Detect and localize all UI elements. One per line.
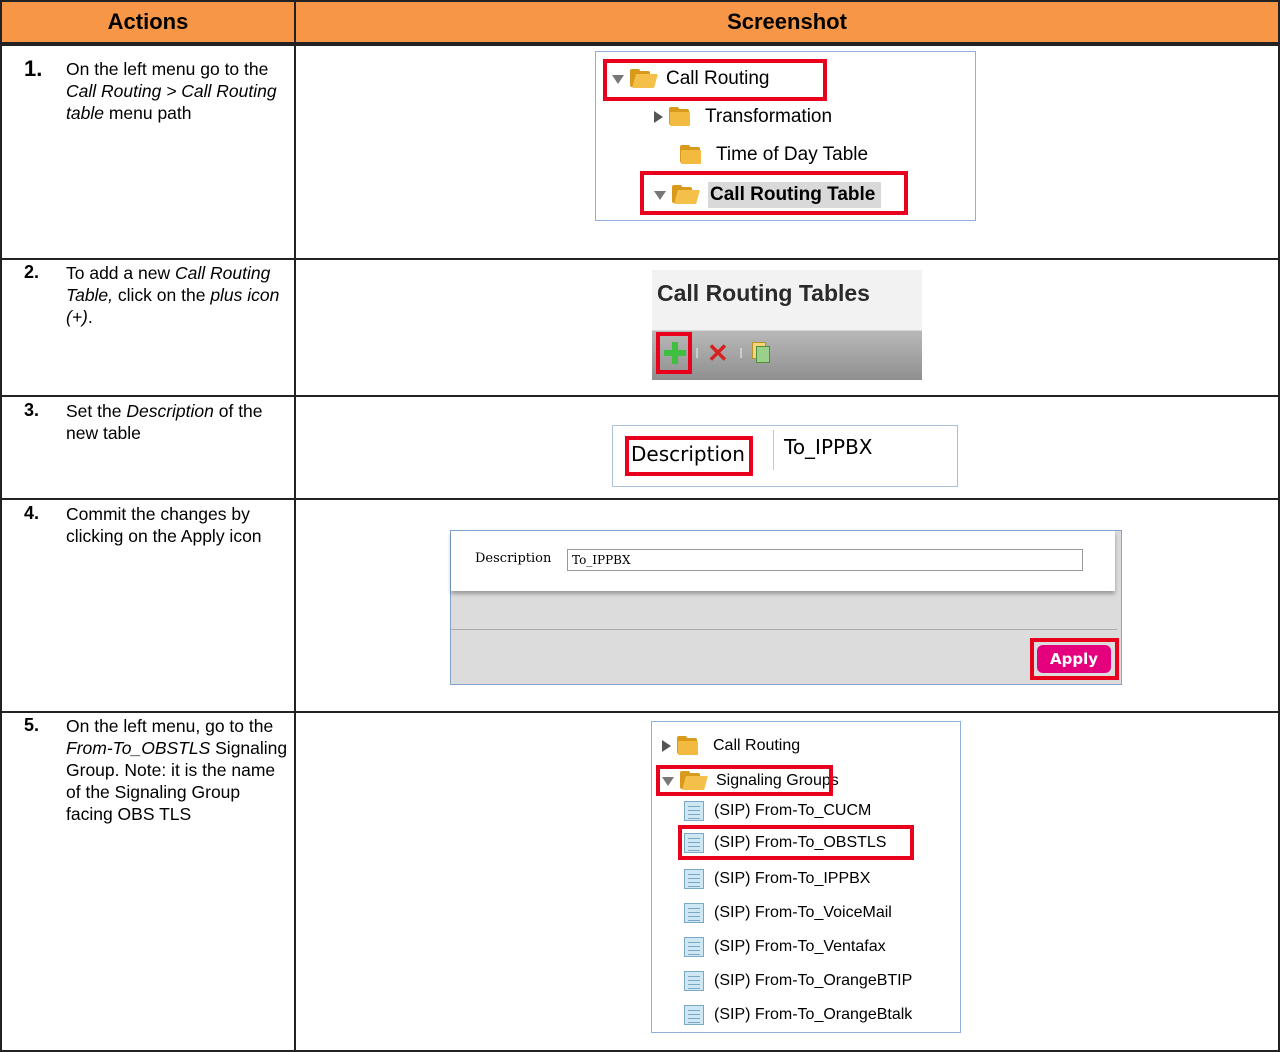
column-divider: [294, 0, 296, 1052]
outer-left-border: [0, 0, 2, 1052]
step-emphasis: From-To_OBSTLS: [66, 738, 211, 758]
collapsed-arrow-icon: [662, 740, 671, 752]
signaling-group-icon: [684, 971, 704, 991]
row-divider: [0, 498, 1280, 500]
step-number: 1.: [24, 56, 43, 81]
folder-icon: [677, 736, 703, 756]
step-text: click on the: [113, 285, 211, 305]
row-divider: [0, 258, 1280, 260]
signaling-group-icon: [684, 869, 704, 889]
tree-item-label: Transformation: [705, 106, 833, 127]
copy-icon[interactable]: [752, 342, 770, 363]
separator: [696, 348, 698, 358]
row-divider: [0, 711, 1280, 713]
row-divider: [0, 44, 1280, 46]
step-3-text: Set the Description of the new table: [66, 400, 288, 444]
description-input[interactable]: To_IPPBX: [567, 549, 1083, 571]
highlight-box: [640, 171, 908, 215]
row-divider: [0, 395, 1280, 397]
header-actions: Actions: [0, 0, 296, 44]
step-5-text: On the left menu, go to the From-To_OBST…: [66, 715, 288, 825]
divider-line: [451, 629, 1117, 630]
tree-item-sip: (SIP) From-To_VoiceMail: [684, 903, 892, 923]
step-2-text: To add a new Call Routing Table, click o…: [66, 262, 288, 328]
delete-icon[interactable]: ✕: [707, 340, 729, 366]
step-number: 2.: [24, 262, 40, 282]
screenshot-toolbar: Call Routing Tables ✕: [652, 270, 922, 380]
signaling-group-icon: [684, 937, 704, 957]
tree-item-label: (SIP) From-To_Ventafax: [714, 938, 886, 955]
tree-item-time-of-day: Time of Day Table: [680, 144, 868, 166]
tree-item-label: (SIP) From-To_CUCM: [714, 802, 872, 819]
instructions-table: Actions Screenshot 1. On the left menu g…: [0, 0, 1280, 1052]
highlight-box: [678, 825, 914, 860]
tree-item-label: (SIP) From-To_OrangeBtalk: [714, 1006, 913, 1023]
screenshot-description-field: Description To_IPPBX: [612, 425, 958, 487]
tree-item-sip: (SIP) From-To_CUCM: [684, 801, 871, 821]
step-number: 5.: [24, 715, 40, 735]
panel-title: Call Routing Tables: [657, 280, 870, 306]
header-screenshot: Screenshot: [294, 0, 1280, 44]
highlight-box: [603, 59, 827, 101]
folder-icon: [680, 145, 706, 165]
tree-item-sip: (SIP) From-To_Ventafax: [684, 937, 886, 957]
step-number: 4.: [24, 503, 40, 523]
tree-item-label: Call Routing: [713, 737, 801, 754]
highlight-box: [656, 765, 833, 796]
tree-item-label: Time of Day Table: [716, 144, 869, 165]
step-text: On the left menu go to the: [66, 59, 269, 79]
signaling-group-icon: [684, 903, 704, 923]
form-panel: Description To_IPPBX: [451, 531, 1115, 591]
description-input[interactable]: To_IPPBX: [773, 430, 959, 470]
screenshot-apply: Description To_IPPBX Apply: [450, 530, 1122, 685]
separator: [740, 348, 742, 358]
tree-item-transformation: Transformation: [654, 106, 832, 128]
signaling-group-icon: [684, 1005, 704, 1025]
tree-item-call-routing: Call Routing: [662, 736, 800, 756]
tree-item-sip: (SIP) From-To_IPPBX: [684, 869, 870, 889]
step-text: menu path: [103, 103, 192, 123]
description-label: Description: [475, 551, 552, 566]
screenshot-signaling-groups: Call Routing Signaling Groups (SIP) From…: [651, 721, 961, 1033]
tree-item-sip: (SIP) From-To_OrangeBTIP: [684, 971, 912, 991]
screenshot-call-routing-tree: Call Routing Transformation Time of Day …: [595, 51, 976, 221]
step-text: .: [87, 307, 93, 327]
tree-item-sip: (SIP) From-To_OrangeBtalk: [684, 1005, 912, 1025]
highlight-box: [656, 332, 692, 374]
tree-item-label: (SIP) From-To_VoiceMail: [714, 904, 892, 921]
signaling-group-icon: [684, 801, 704, 821]
tree-item-label: (SIP) From-To_IPPBX: [714, 870, 871, 887]
highlight-box: [1030, 638, 1119, 680]
tree-item-label: (SIP) From-To_OrangeBTIP: [714, 972, 913, 989]
step-text: On the left menu, go to the: [66, 716, 274, 736]
step-4-text: Commit the changes by clicking on the Ap…: [66, 504, 262, 546]
folder-icon: [669, 107, 695, 127]
step-number: 3.: [24, 400, 40, 420]
step-text: Set the: [66, 401, 127, 421]
step-1-text: On the left menu go to the Call Routing …: [66, 58, 288, 124]
collapsed-arrow-icon: [654, 111, 663, 123]
step-text: To add a new: [66, 263, 175, 283]
highlight-box: [625, 436, 753, 476]
step-emphasis: Description: [126, 401, 214, 421]
